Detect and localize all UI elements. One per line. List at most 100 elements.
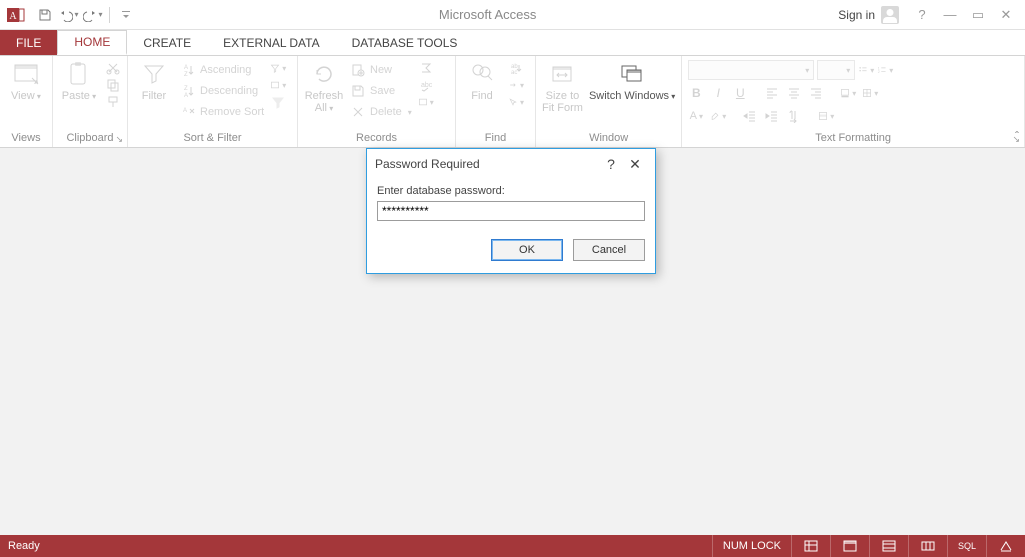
spelling-icon[interactable]: abc [418, 77, 434, 93]
alternate-row-icon[interactable] [818, 108, 834, 124]
status-numlock: NUM LOCK [712, 535, 791, 557]
size-to-fit-button[interactable]: Size to Fit Form [542, 60, 583, 114]
group-views-label: Views [6, 130, 46, 147]
bullets-icon[interactable] [858, 62, 874, 78]
svg-text:A: A [9, 11, 17, 22]
svg-text:ac: ac [511, 70, 517, 75]
dialog-close-icon[interactable]: ✕ [623, 156, 647, 173]
bold-icon[interactable]: B [688, 85, 704, 101]
status-bar: Ready NUM LOCK SQL [0, 535, 1025, 557]
access-app-icon: A [4, 3, 28, 27]
qat-separator [109, 7, 110, 23]
dialog-titlebar[interactable]: Password Required ? ✕ [367, 149, 655, 179]
close-icon[interactable]: ✕ [993, 4, 1019, 26]
svg-text:2: 2 [878, 70, 880, 74]
align-left-icon[interactable] [764, 85, 780, 101]
tab-create[interactable]: CREATE [127, 30, 207, 55]
delete-dropdown-icon[interactable] [406, 106, 412, 118]
delete-record-button[interactable]: Delete [350, 102, 412, 122]
size-to-fit-label: Size to Fit Form [542, 90, 583, 114]
select-icon[interactable] [508, 94, 524, 110]
group-views: View Views [0, 56, 53, 147]
ascending-label: Ascending [200, 64, 251, 76]
paste-button[interactable]: Paste [59, 60, 99, 103]
font-family-combo[interactable] [688, 60, 814, 80]
cancel-button[interactable]: Cancel [573, 239, 645, 261]
minimize-icon[interactable]: — [937, 4, 963, 26]
font-color-icon[interactable]: A [688, 108, 704, 124]
replace-icon[interactable]: abac [508, 60, 524, 76]
ascending-button[interactable]: AZ Ascending [180, 60, 264, 80]
maximize-icon[interactable]: ▭ [965, 4, 991, 26]
switch-windows-button[interactable]: Switch Windows [589, 60, 675, 103]
tab-database-tools[interactable]: DATABASE TOOLS [336, 30, 474, 55]
align-center-icon[interactable] [786, 85, 802, 101]
more-records-icon[interactable] [418, 94, 434, 110]
goto-icon[interactable] [508, 77, 524, 93]
descending-label: Descending [200, 85, 258, 97]
sign-in-link[interactable]: Sign in [838, 6, 899, 24]
save-record-button[interactable]: Save [350, 81, 412, 101]
view-form-icon[interactable] [830, 535, 869, 557]
group-clipboard: Paste Clipboard [53, 56, 128, 147]
customize-qat-icon[interactable] [115, 4, 137, 26]
group-window-label: Window [542, 130, 675, 147]
undo-icon[interactable] [58, 4, 80, 26]
decrease-indent-icon[interactable] [742, 108, 758, 124]
password-input[interactable] [377, 201, 645, 221]
refresh-all-button[interactable]: Refresh All [304, 60, 344, 115]
find-button[interactable]: Find [462, 60, 502, 102]
selection-filter-icon[interactable] [270, 60, 286, 76]
svg-text:A: A [183, 108, 187, 114]
advanced-filter-icon[interactable] [270, 77, 286, 93]
format-painter-icon[interactable] [105, 94, 121, 110]
italic-icon[interactable]: I [710, 85, 726, 101]
help-icon[interactable]: ? [909, 4, 935, 26]
view-last-icon[interactable] [986, 535, 1025, 557]
view-design-icon[interactable] [908, 535, 947, 557]
quick-access-toolbar [34, 4, 137, 26]
tab-external-data[interactable]: EXTERNAL DATA [207, 30, 335, 55]
redo-icon[interactable] [82, 4, 104, 26]
group-clipboard-label: Clipboard [59, 130, 121, 147]
increase-indent-icon[interactable] [764, 108, 780, 124]
ok-button[interactable]: OK [491, 239, 563, 261]
tab-home[interactable]: HOME [57, 30, 127, 55]
view-layout-icon[interactable] [869, 535, 908, 557]
tab-file[interactable]: FILE [0, 30, 57, 55]
align-right-icon[interactable] [808, 85, 824, 101]
numbering-icon[interactable]: 12 [877, 62, 893, 78]
user-avatar-icon [881, 6, 899, 24]
new-icon [350, 62, 366, 78]
refresh-all-label: Refresh All [305, 90, 344, 115]
find-icon [468, 60, 496, 88]
font-size-combo[interactable] [817, 60, 855, 80]
gridlines-icon[interactable] [862, 85, 878, 101]
fill-color-icon[interactable] [840, 85, 856, 101]
filter-button[interactable]: Filter [134, 60, 174, 102]
switch-windows-icon [618, 60, 646, 88]
view-datasheet-icon[interactable] [791, 535, 830, 557]
toggle-filter-icon[interactable] [270, 94, 286, 110]
remove-sort-button[interactable]: A Remove Sort [180, 102, 264, 122]
group-find: Find abac Find [456, 56, 536, 147]
collapse-ribbon-icon[interactable]: ˆ [1015, 129, 1019, 143]
dialog-help-icon[interactable]: ? [599, 156, 623, 172]
delete-icon [350, 104, 366, 120]
filter-icon [140, 60, 168, 88]
highlight-icon[interactable] [710, 108, 726, 124]
save-icon[interactable] [34, 4, 56, 26]
copy-icon[interactable] [105, 77, 121, 93]
new-record-button[interactable]: New [350, 60, 412, 80]
cut-icon[interactable] [105, 60, 121, 76]
totals-icon[interactable] [418, 60, 434, 76]
descending-button[interactable]: ZA Descending [180, 81, 264, 101]
save-record-icon [350, 83, 366, 99]
underline-icon[interactable]: U [732, 85, 748, 101]
ribbon: View Views Paste Clipboard [0, 56, 1025, 148]
ribbon-tabs: FILE HOME CREATE EXTERNAL DATA DATABASE … [0, 30, 1025, 56]
view-button[interactable]: View [6, 60, 46, 103]
view-sql-icon[interactable]: SQL [947, 535, 986, 557]
group-records-label: Records [304, 130, 449, 147]
ltr-icon[interactable] [786, 108, 802, 124]
